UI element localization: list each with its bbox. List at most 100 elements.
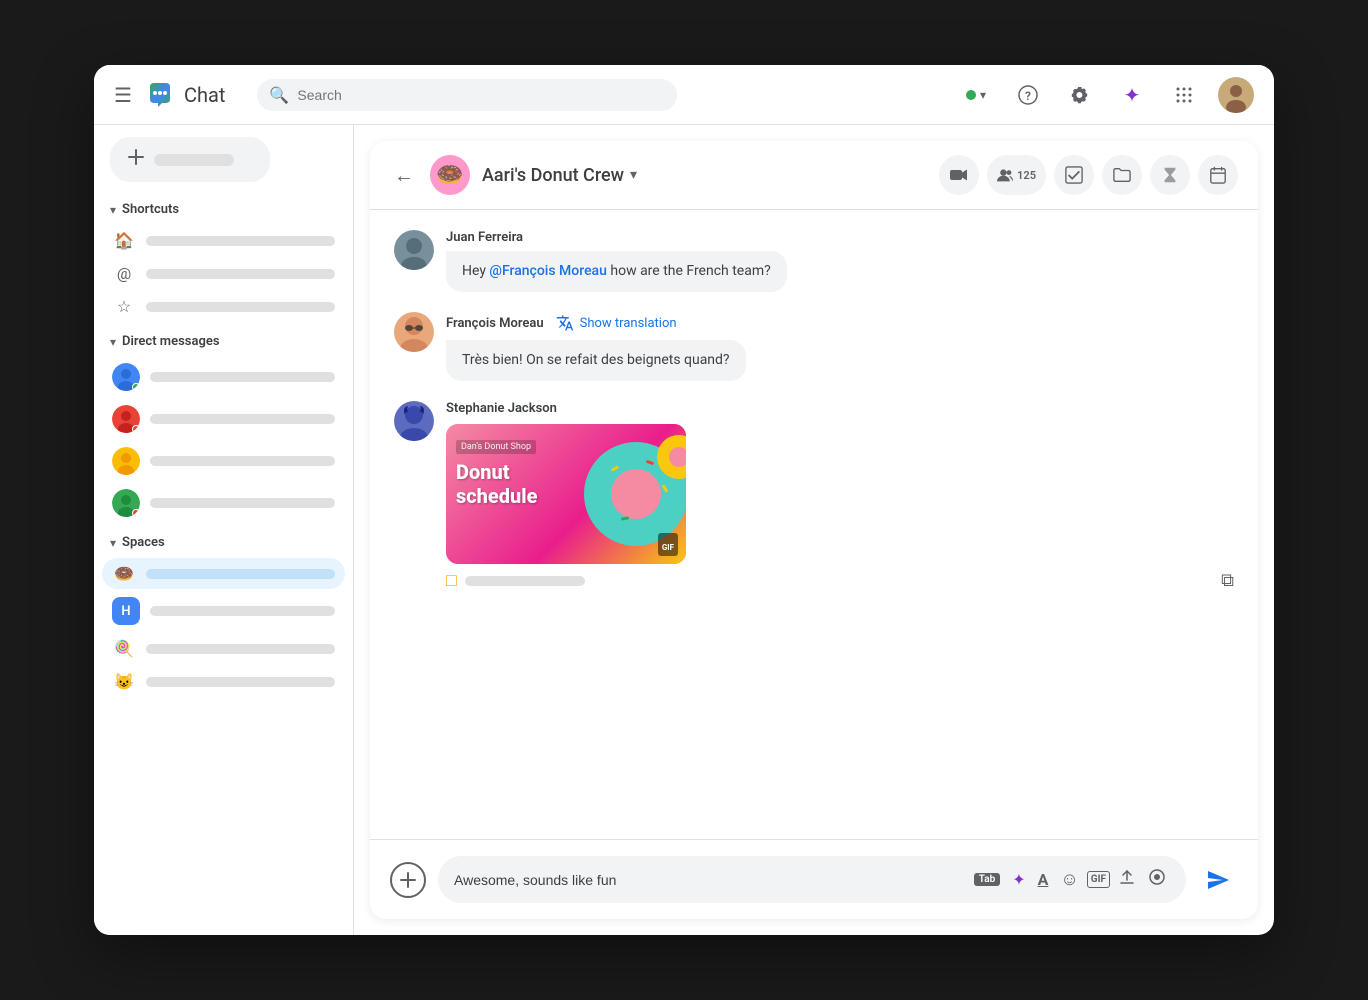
dm-avatar-1 — [112, 363, 140, 391]
home-label — [146, 236, 335, 246]
sender-stephanie: Stephanie Jackson — [446, 401, 557, 416]
sidebar-item-starred[interactable]: ☆ — [102, 291, 345, 322]
message-input[interactable] — [454, 872, 966, 888]
add-attachment-button[interactable] — [390, 862, 426, 898]
chat-panel: ← 🍩 Aari's Donut Crew ▾ — [370, 141, 1258, 919]
video-call-button[interactable] — [939, 155, 979, 195]
members-count: 125 — [1017, 169, 1036, 182]
spaces-label: Spaces — [122, 535, 165, 550]
spaces-chevron-icon: ▾ — [110, 536, 116, 550]
tasks-button[interactable] — [1054, 155, 1094, 195]
calendar-button[interactable] — [1198, 155, 1238, 195]
settings-button[interactable] — [1062, 77, 1098, 113]
dm-item-1[interactable] — [102, 357, 345, 397]
card-link-icon[interactable]: □ — [446, 570, 457, 591]
emoji-icon[interactable]: ☺ — [1056, 865, 1082, 894]
dm-name-3 — [150, 456, 335, 466]
card-actions: □ ⧉ — [446, 570, 1234, 591]
chat-name-chevron-icon: ▾ — [630, 167, 637, 183]
dm-avatar-3 — [112, 447, 140, 475]
new-chat-label — [154, 154, 234, 166]
mention-francois: @François Moreau — [489, 263, 606, 279]
home-icon: 🏠 — [112, 231, 136, 250]
help-button[interactable]: ? — [1010, 77, 1046, 113]
dm-chevron-icon: ▾ — [110, 335, 116, 349]
dm-name-2 — [150, 414, 335, 424]
chat-avatar: 🍩 — [430, 155, 470, 195]
donut-card: Dan's Donut Shop Donut schedule GIF — [446, 424, 1234, 591]
chat-header: ← 🍩 Aari's Donut Crew ▾ — [370, 141, 1258, 210]
card-link-label — [465, 576, 585, 586]
apps-button[interactable] — [1166, 77, 1202, 113]
gemini-button[interactable]: ✦ — [1114, 77, 1150, 113]
space-h-avatar: H — [112, 597, 140, 625]
dm-name-4 — [150, 498, 335, 508]
back-button[interactable]: ← — [390, 159, 418, 192]
gif-icon[interactable]: GIF — [1087, 871, 1110, 888]
shortcuts-section-header[interactable]: ▾ Shortcuts — [102, 198, 345, 221]
input-area: Tab ✦ A ☺ GIF — [370, 839, 1258, 919]
message-group-3: Stephanie Jackson — [394, 401, 1234, 591]
members-button[interactable]: 125 — [987, 155, 1046, 195]
space-item-h[interactable]: H — [102, 591, 345, 631]
new-chat-button[interactable] — [110, 137, 270, 182]
sidebar: ▾ Shortcuts 🏠 @ ☆ ▾ Direct messages — [94, 125, 354, 935]
message-content-3: Stephanie Jackson — [446, 401, 1234, 591]
lollipop-space-icon: 🍭 — [112, 639, 136, 658]
cat-space-icon: 😺 — [112, 672, 136, 691]
donut-title-line1: Donut — [456, 460, 538, 484]
more-options-icon[interactable] — [1144, 864, 1170, 895]
dm-item-4[interactable] — [102, 483, 345, 523]
format-text-icon[interactable]: A — [1034, 866, 1053, 893]
lollipop-space-name — [146, 644, 335, 654]
messages-area: Juan Ferreira Hey @François Moreau how a… — [370, 210, 1258, 839]
starred-icon: ☆ — [112, 297, 136, 316]
chat-name: Aari's Donut Crew — [482, 165, 624, 186]
dm-item-3[interactable] — [102, 441, 345, 481]
chat-name-button[interactable]: Aari's Donut Crew ▾ — [482, 165, 637, 186]
google-chat-logo-icon — [144, 79, 176, 111]
send-button[interactable] — [1198, 860, 1238, 900]
folder-button[interactable] — [1102, 155, 1142, 195]
hamburger-icon[interactable]: ☰ — [114, 83, 132, 107]
app-logo: Chat — [144, 79, 225, 111]
message-group-2: François Moreau Show translation Trè — [394, 312, 1234, 381]
top-bar-actions: ▾ ? ✦ — [958, 77, 1254, 113]
notification-indicator — [132, 425, 140, 433]
top-bar: ☰ Chat 🔍 — [94, 65, 1274, 125]
search-input[interactable] — [257, 79, 677, 111]
donut-space-name — [146, 569, 335, 579]
dm-item-2[interactable] — [102, 399, 345, 439]
profile-avatar[interactable] — [1218, 77, 1254, 113]
tab-badge: Tab — [974, 873, 1000, 886]
cat-space-name — [146, 677, 335, 687]
dm-avatar-4 — [112, 489, 140, 517]
space-item-lollipop[interactable]: 🍭 — [102, 633, 345, 664]
message-header-2: François Moreau Show translation — [446, 312, 1234, 334]
donut-shop-label: Dan's Donut Shop — [456, 440, 536, 454]
mentions-label — [146, 269, 335, 279]
snooze-button[interactable] — [1150, 155, 1190, 195]
copy-link-icon[interactable]: ⧉ — [1221, 570, 1234, 591]
space-item-donut[interactable]: 🍩 — [102, 558, 345, 589]
upload-icon[interactable] — [1114, 864, 1140, 895]
gemini-assist-icon[interactable]: ✦ — [1008, 866, 1029, 893]
show-translation-button[interactable]: Show translation — [552, 312, 681, 334]
message-header-3: Stephanie Jackson — [446, 401, 1234, 416]
sidebar-item-home[interactable]: 🏠 — [102, 225, 345, 256]
space-item-cat[interactable]: 😺 — [102, 666, 345, 697]
app-title: Chat — [184, 83, 225, 107]
status-indicator[interactable]: ▾ — [958, 84, 994, 106]
message-bubble-2: Très bien! On se refait des beignets qua… — [446, 340, 746, 381]
dm-name-1 — [150, 372, 335, 382]
online-indicator — [132, 383, 140, 391]
juan-avatar — [394, 230, 434, 270]
direct-messages-label: Direct messages — [122, 334, 220, 349]
notification-indicator-2 — [132, 509, 140, 517]
spaces-section-header[interactable]: ▾ Spaces — [102, 531, 345, 554]
search-icon: 🔍 — [269, 85, 289, 104]
status-dot — [966, 90, 976, 100]
sidebar-item-mentions[interactable]: @ — [102, 258, 345, 289]
direct-messages-section-header[interactable]: ▾ Direct messages — [102, 330, 345, 353]
dm-avatar-2 — [112, 405, 140, 433]
